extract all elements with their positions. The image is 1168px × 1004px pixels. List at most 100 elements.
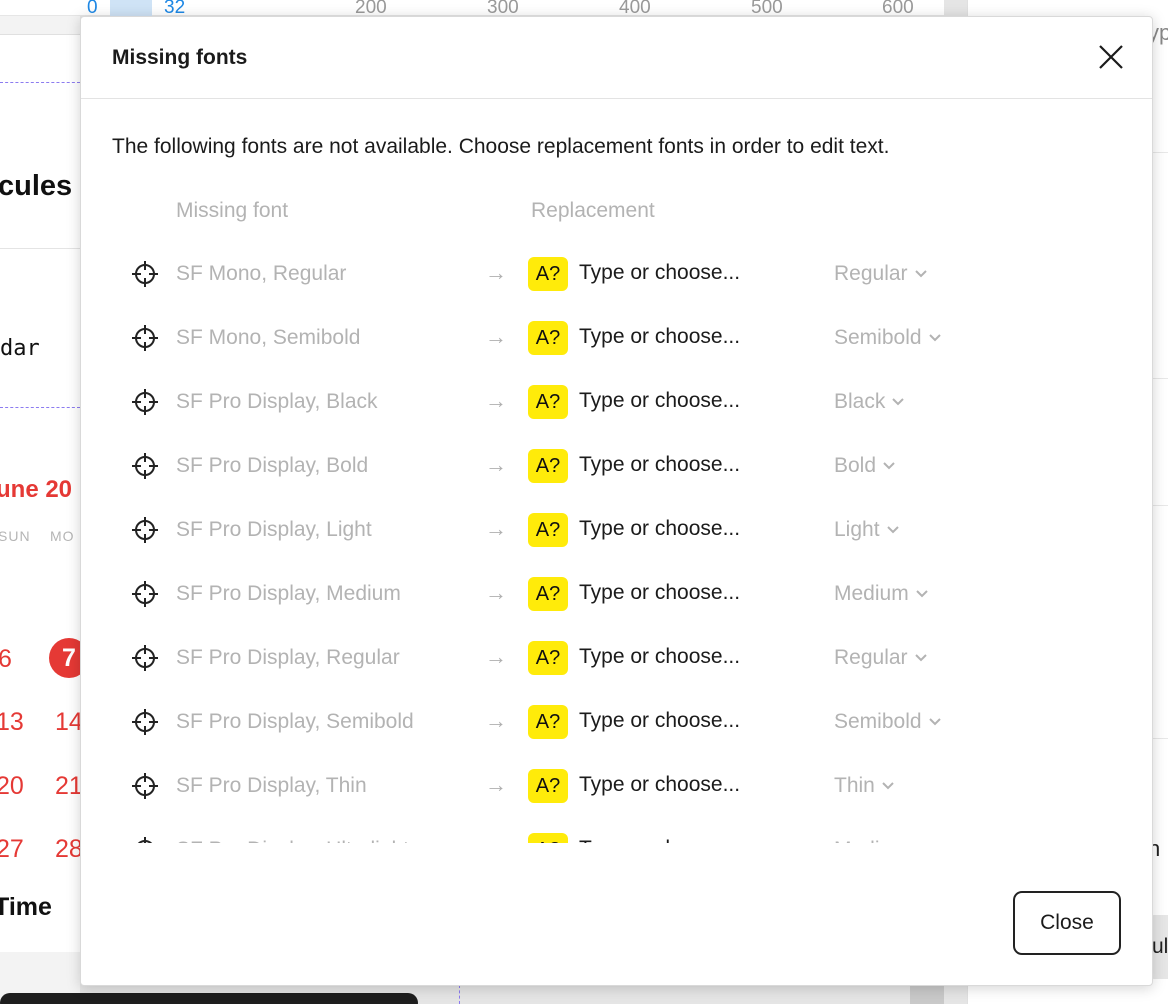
calendar-day: 6 (0, 645, 12, 673)
font-style-label: Light (834, 518, 880, 541)
chevron-down-icon (928, 718, 941, 726)
guide-line (0, 407, 80, 408)
canvas-time-text: Time (0, 893, 52, 921)
arrow-right-icon: → (485, 452, 507, 477)
arrow-right-icon: → (485, 772, 507, 797)
font-style-dropdown[interactable]: Semibold (834, 710, 942, 734)
missing-glyph-badge: A? (528, 641, 568, 675)
missing-font-row: SF Mono, Semibold → A? Type or choose... Sem… (81, 307, 1152, 371)
missing-font-name: SF Pro Display, Thin (176, 774, 367, 797)
missing-font-row: SF Pro Display, Bold → A? Type or choose...… (81, 435, 1152, 499)
arrow-right-icon: → (485, 516, 507, 541)
font-style-label: Medium (834, 582, 909, 605)
column-header-missing-font: Missing font (176, 199, 289, 222)
replacement-font-input[interactable]: Type or choose... (579, 645, 799, 669)
replacement-font-input[interactable]: Type or choose... (579, 389, 799, 413)
missing-glyph-badge: A? (528, 577, 568, 611)
missing-glyph-badge: A? (528, 321, 568, 355)
locate-target-icon[interactable] (130, 579, 160, 609)
missing-font-row: SF Pro Display, Medium → A? Type or choose.… (81, 563, 1152, 627)
font-style-dropdown[interactable]: Thin (834, 774, 895, 798)
close-icon[interactable] (1097, 43, 1125, 71)
panel-field-text: ula (1152, 935, 1168, 958)
locate-target-icon[interactable] (130, 707, 160, 737)
chevron-down-icon (915, 590, 928, 598)
scroll-region (910, 985, 944, 1004)
dialog-header: Missing fonts (81, 17, 1152, 99)
locate-target-icon[interactable] (130, 259, 160, 289)
missing-font-row: SF Pro Display, Thin → A? Type or choose...… (81, 755, 1152, 819)
guide-line (0, 82, 80, 83)
arrow-right-icon: → (485, 708, 507, 733)
missing-font-row: SF Pro Display, Ultralight→A?Type or cho… (81, 819, 1152, 843)
missing-glyph-badge: A? (528, 705, 568, 739)
font-style-dropdown[interactable]: Bold (834, 454, 896, 478)
arrow-right-icon: → (485, 836, 507, 843)
canvas-mono-text: dar (0, 336, 40, 361)
replacement-font-input[interactable]: Type or choose... (579, 325, 799, 349)
locate-target-icon[interactable] (130, 451, 160, 481)
missing-fonts-dialog: Missing fonts The following fonts are no… (80, 16, 1153, 986)
chevron-down-icon (914, 654, 927, 662)
calendar-day: 20 (0, 772, 24, 800)
canvas-heading-text: cules (0, 170, 73, 202)
replacement-font-input[interactable]: Type or choose... (579, 709, 799, 733)
font-style-dropdown[interactable]: Semibold (834, 326, 942, 350)
missing-font-name: SF Pro Display, Semibold (176, 710, 414, 733)
calendar-day: 21 (55, 772, 83, 800)
list-fade (81, 843, 1152, 863)
replacement-font-input[interactable]: Type or choose... (579, 453, 799, 477)
chevron-down-icon (928, 334, 941, 342)
missing-glyph-badge: A? (528, 769, 568, 803)
divider (0, 248, 80, 249)
arrow-right-icon: → (485, 260, 507, 285)
missing-font-name: SF Pro Display, Medium (176, 582, 401, 605)
calendar-day: 14 (55, 708, 83, 736)
font-style-dropdown[interactable]: Regular (834, 262, 928, 286)
chevron-down-icon (886, 526, 899, 534)
calendar-month: une 20 (0, 476, 73, 503)
calendar-day: 27 (0, 835, 24, 863)
font-style-dropdown[interactable]: Black (834, 390, 905, 414)
missing-fonts-list[interactable]: SF Mono, Regular → A? Type or choose... Regu… (81, 243, 1152, 843)
locate-target-icon[interactable] (130, 835, 160, 843)
calendar-day: 13 (0, 708, 24, 736)
missing-font-row: SF Pro Display, Semibold → A? Type or choos… (81, 691, 1152, 755)
font-style-dropdown[interactable]: Regular (834, 646, 928, 670)
missing-font-row: SF Pro Display, Regular → A? Type or choose… (81, 627, 1152, 691)
missing-font-row: SF Pro Display, Light → A? Type or choose..… (81, 499, 1152, 563)
column-header-replacement: Replacement (531, 199, 655, 222)
replacement-font-input[interactable]: Type or choose... (579, 581, 799, 605)
close-button[interactable]: Close (1013, 891, 1121, 955)
missing-font-name: SF Mono, Semibold (176, 326, 361, 349)
font-style-label: Thin (834, 774, 875, 797)
dialog-description: The following fonts are not available. C… (112, 135, 890, 158)
bottom-toolbar[interactable] (0, 993, 418, 1004)
canvas-frame[interactable] (0, 34, 80, 454)
font-style-label: Regular (834, 262, 908, 285)
replacement-font-input[interactable]: Type or choose... (579, 517, 799, 541)
calendar-weekday: MO (50, 528, 75, 544)
dialog-title: Missing fonts (112, 46, 248, 69)
locate-target-icon[interactable] (130, 771, 160, 801)
locate-target-icon[interactable] (130, 387, 160, 417)
missing-glyph-badge: A? (528, 257, 568, 291)
locate-target-icon[interactable] (130, 323, 160, 353)
font-style-dropdown[interactable]: Medium (834, 582, 929, 606)
calendar-card (0, 452, 80, 952)
font-style-dropdown[interactable]: Light (834, 518, 900, 542)
locate-target-icon[interactable] (130, 643, 160, 673)
chevron-down-icon (892, 398, 905, 406)
missing-font-row: SF Pro Display, Black → A? Type or choose..… (81, 371, 1152, 435)
replacement-font-input[interactable]: Type or choose... (579, 773, 799, 797)
replacement-font-input[interactable]: Type or choose... (579, 261, 799, 285)
font-style-label: Bold (834, 454, 877, 477)
missing-font-name: SF Pro Display, Bold (176, 454, 369, 477)
locate-target-icon[interactable] (130, 515, 160, 545)
chevron-down-icon (882, 782, 894, 790)
ruler-selection-highlight (110, 0, 152, 16)
missing-font-name: SF Pro Display, Regular (176, 646, 400, 669)
chevron-down-icon (914, 270, 927, 278)
font-style-label: Semibold (834, 326, 922, 349)
missing-glyph-badge: A? (528, 385, 568, 419)
